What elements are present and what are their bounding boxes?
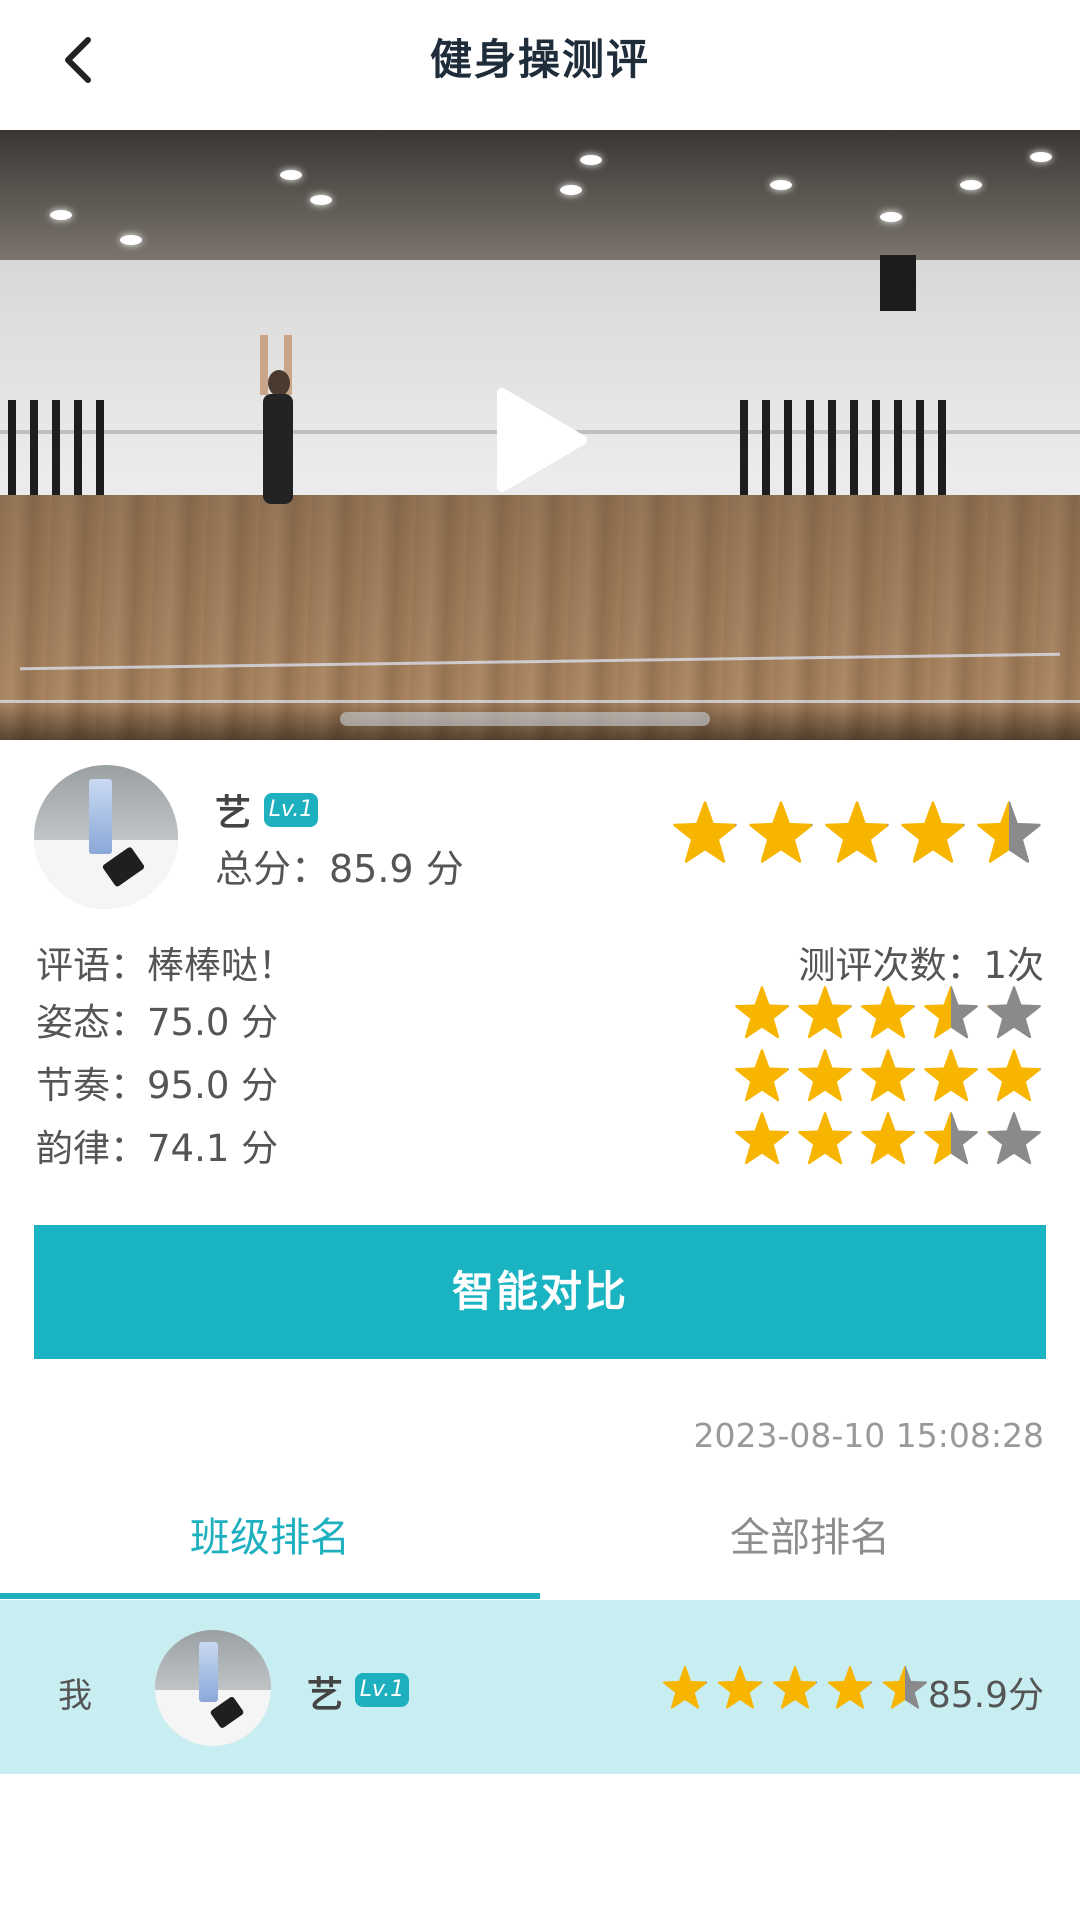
total-score: 总分：85.9 分 [215, 847, 464, 891]
star-icon [824, 800, 890, 866]
star-icon [748, 800, 814, 866]
posture-score: 姿态：75.0 分 [36, 1001, 279, 1044]
star-icon [772, 1665, 818, 1711]
video-frame [0, 130, 1080, 260]
star-icon [900, 800, 966, 866]
ranking-rating-stars [662, 1665, 928, 1711]
star-icon [797, 1111, 853, 1167]
star-icon [882, 1665, 928, 1711]
ranking-avatar [155, 1630, 271, 1746]
star-icon [662, 1665, 708, 1711]
avatar [34, 765, 178, 909]
star-icon [734, 1048, 790, 1104]
video-player[interactable] [0, 130, 1080, 740]
star-icon [672, 800, 738, 866]
cadence-score: 韵律：74.1 分 [36, 1127, 279, 1170]
evaluation-count: 测评次数：1次 [798, 944, 1044, 987]
username: 艺 [215, 793, 252, 834]
star-icon [986, 1111, 1042, 1167]
star-icon [797, 1048, 853, 1104]
smart-compare-button[interactable]: 智能对比 [34, 1225, 1046, 1359]
ranking-username: 艺 [307, 1675, 344, 1716]
video-progress-bar[interactable] [340, 712, 710, 726]
star-icon [923, 985, 979, 1041]
cadence-rating-stars [734, 1111, 1042, 1167]
tab-class-ranking[interactable]: 班级排名 [0, 1505, 540, 1563]
star-icon [986, 1048, 1042, 1104]
rhythm-rating-stars [734, 1048, 1042, 1104]
star-icon [986, 985, 1042, 1041]
play-button[interactable] [490, 385, 590, 495]
star-icon [860, 1111, 916, 1167]
level-badge: Lv.1 [264, 793, 318, 827]
page-title: 健身操测评 [429, 35, 650, 84]
tab-indicator [0, 1593, 540, 1599]
ranking-level-badge: Lv.1 [355, 1673, 409, 1707]
star-icon [923, 1048, 979, 1104]
star-icon [860, 1048, 916, 1104]
star-icon [860, 985, 916, 1041]
star-icon [976, 800, 1042, 866]
rhythm-score: 节奏：95.0 分 [36, 1064, 279, 1107]
star-icon [734, 985, 790, 1041]
play-icon [497, 388, 587, 492]
star-icon [734, 1111, 790, 1167]
star-icon [797, 985, 853, 1041]
rank-label: 我 [58, 1676, 92, 1716]
app-header: 健身操测评 [0, 0, 1080, 128]
posture-rating-stars [734, 985, 1042, 1041]
ranking-score: 85.9分 [927, 1675, 1044, 1716]
comment-text: 评语：棒棒哒！ [36, 944, 295, 987]
star-icon [827, 1665, 873, 1711]
total-rating-stars [672, 800, 1042, 866]
evaluation-timestamp: 2023-08-10 15:08:28 [693, 1416, 1044, 1455]
star-icon [923, 1111, 979, 1167]
tab-all-ranking[interactable]: 全部排名 [540, 1505, 1080, 1563]
star-icon [717, 1665, 763, 1711]
